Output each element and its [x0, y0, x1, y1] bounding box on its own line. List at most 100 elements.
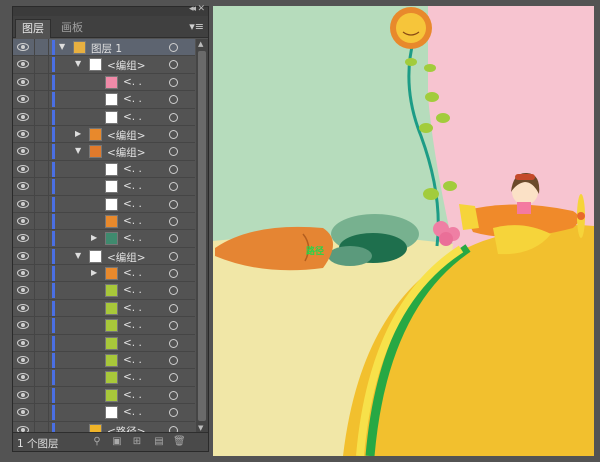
target-circle-icon[interactable] — [169, 60, 178, 70]
layer-name[interactable]: <. . — [123, 389, 142, 401]
layer-name[interactable]: <. . — [123, 406, 142, 418]
visibility-eye-icon[interactable] — [17, 199, 29, 208]
layer-name[interactable]: <. . — [123, 284, 142, 296]
target-circle-icon[interactable] — [169, 251, 178, 261]
close-panel-icon[interactable]: ✕ — [197, 4, 205, 14]
target-circle-icon[interactable] — [169, 95, 178, 105]
layer-name[interactable]: <. . — [123, 163, 142, 175]
layer-name[interactable]: <编组> — [107, 145, 146, 160]
lock-toggle[interactable] — [34, 108, 49, 125]
layer-row[interactable]: ▶ <编组> — [13, 125, 195, 144]
target-circle-icon[interactable] — [169, 199, 178, 209]
target-circle-icon[interactable] — [169, 373, 178, 383]
visibility-eye-icon[interactable] — [17, 321, 29, 330]
lock-toggle[interactable] — [34, 143, 49, 160]
layers-scrollbar[interactable]: ▲ ▼ — [196, 39, 208, 433]
lock-toggle[interactable] — [34, 282, 49, 299]
lock-toggle[interactable] — [34, 334, 49, 352]
expand-triangle-icon[interactable]: ▶ — [91, 268, 97, 277]
target-circle-icon[interactable] — [169, 216, 178, 226]
visibility-eye-icon[interactable] — [17, 216, 29, 225]
layer-name[interactable]: <. . — [123, 337, 142, 349]
target-circle-icon[interactable] — [169, 321, 178, 331]
lock-toggle[interactable] — [34, 317, 49, 334]
lock-toggle[interactable] — [34, 125, 49, 143]
visibility-eye-icon[interactable] — [17, 129, 29, 138]
target-circle-icon[interactable] — [169, 286, 178, 296]
layer-name[interactable]: <. . — [123, 93, 142, 105]
layer-row[interactable]: <. . — [13, 73, 195, 92]
lock-toggle[interactable] — [34, 160, 49, 178]
layer-name[interactable]: <. . — [123, 180, 142, 192]
target-circle-icon[interactable] — [169, 112, 178, 122]
target-circle-icon[interactable] — [169, 77, 178, 87]
target-circle-icon[interactable] — [169, 408, 178, 418]
visibility-eye-icon[interactable] — [17, 373, 29, 382]
locate-object-icon[interactable]: ⚲ — [91, 436, 103, 448]
make-clipping-mask-icon[interactable]: ▣ — [111, 436, 123, 448]
collapse-triangle-icon[interactable]: ▼ — [75, 59, 81, 68]
visibility-eye-icon[interactable] — [17, 164, 29, 173]
collapse-triangle-icon[interactable]: ▼ — [75, 146, 81, 155]
visibility-eye-icon[interactable] — [17, 43, 29, 51]
collapse-triangle-icon[interactable]: ▼ — [59, 42, 65, 51]
tab-layers[interactable]: 图层 — [15, 19, 51, 38]
visibility-eye-icon[interactable] — [17, 269, 29, 278]
collapse-triangle-icon[interactable]: ▼ — [75, 251, 81, 260]
lock-toggle[interactable] — [34, 230, 49, 247]
target-circle-icon[interactable] — [169, 43, 178, 52]
visibility-eye-icon[interactable] — [17, 95, 29, 104]
panel-menu-icon[interactable]: ▾≡ — [189, 20, 204, 33]
visibility-eye-icon[interactable] — [17, 286, 29, 295]
visibility-eye-icon[interactable] — [17, 303, 29, 312]
expand-triangle-icon[interactable]: ▶ — [91, 233, 97, 242]
target-circle-icon[interactable] — [169, 338, 178, 348]
target-circle-icon[interactable] — [169, 129, 178, 139]
lock-toggle[interactable] — [34, 39, 49, 56]
target-circle-icon[interactable] — [169, 234, 178, 244]
expand-triangle-icon[interactable]: ▶ — [75, 129, 81, 138]
layer-row[interactable]: <. . — [13, 299, 195, 318]
layer-row[interactable]: ▼ 图层 1 — [13, 39, 195, 57]
layer-name[interactable]: <编组> — [107, 250, 146, 265]
layer-name[interactable]: 图层 1 — [91, 41, 122, 56]
layer-row[interactable]: <. . — [13, 386, 195, 405]
lock-toggle[interactable] — [34, 91, 49, 108]
lock-toggle[interactable] — [34, 404, 49, 421]
layer-name[interactable]: <编组> — [107, 58, 146, 73]
lock-toggle[interactable] — [34, 352, 49, 369]
target-circle-icon[interactable] — [169, 390, 178, 400]
layer-name[interactable]: <. . — [123, 215, 142, 227]
visibility-eye-icon[interactable] — [17, 251, 29, 260]
layer-row[interactable]: ▼ <编组> — [13, 56, 195, 74]
artboard[interactable]: 路径 — [213, 6, 594, 456]
tab-artboards[interactable]: 画板 — [55, 19, 89, 38]
layer-name[interactable]: <. . — [123, 267, 142, 279]
visibility-eye-icon[interactable] — [17, 234, 29, 243]
delete-layer-icon[interactable]: 🗑 — [173, 436, 186, 448]
collapse-panel-icon[interactable]: ◂◂ — [189, 4, 196, 14]
target-circle-icon[interactable] — [169, 164, 178, 174]
layer-name[interactable]: <. . — [123, 354, 142, 366]
visibility-eye-icon[interactable] — [17, 408, 29, 417]
target-circle-icon[interactable] — [169, 269, 178, 279]
layer-row[interactable]: <. . — [13, 369, 195, 387]
visibility-eye-icon[interactable] — [17, 338, 29, 347]
lock-toggle[interactable] — [34, 369, 49, 386]
visibility-eye-icon[interactable] — [17, 390, 29, 399]
visibility-eye-icon[interactable] — [17, 147, 29, 156]
layer-row[interactable]: <. . — [13, 334, 195, 353]
lock-toggle[interactable] — [34, 178, 49, 195]
visibility-eye-icon[interactable] — [17, 182, 29, 191]
target-circle-icon[interactable] — [169, 182, 178, 192]
layer-row[interactable]: <. . — [13, 91, 195, 109]
layer-row[interactable]: <. . — [13, 178, 195, 196]
layer-row[interactable]: ▶ <. . — [13, 230, 195, 248]
lock-toggle[interactable] — [34, 73, 49, 91]
layer-row[interactable]: ▼ <编组> — [13, 143, 195, 161]
layer-row[interactable]: <. . — [13, 352, 195, 370]
lock-toggle[interactable] — [34, 265, 49, 282]
layer-row[interactable]: <. . — [13, 108, 195, 126]
new-sublayer-icon[interactable]: ⊞ — [131, 436, 143, 448]
target-circle-icon[interactable] — [169, 356, 178, 366]
